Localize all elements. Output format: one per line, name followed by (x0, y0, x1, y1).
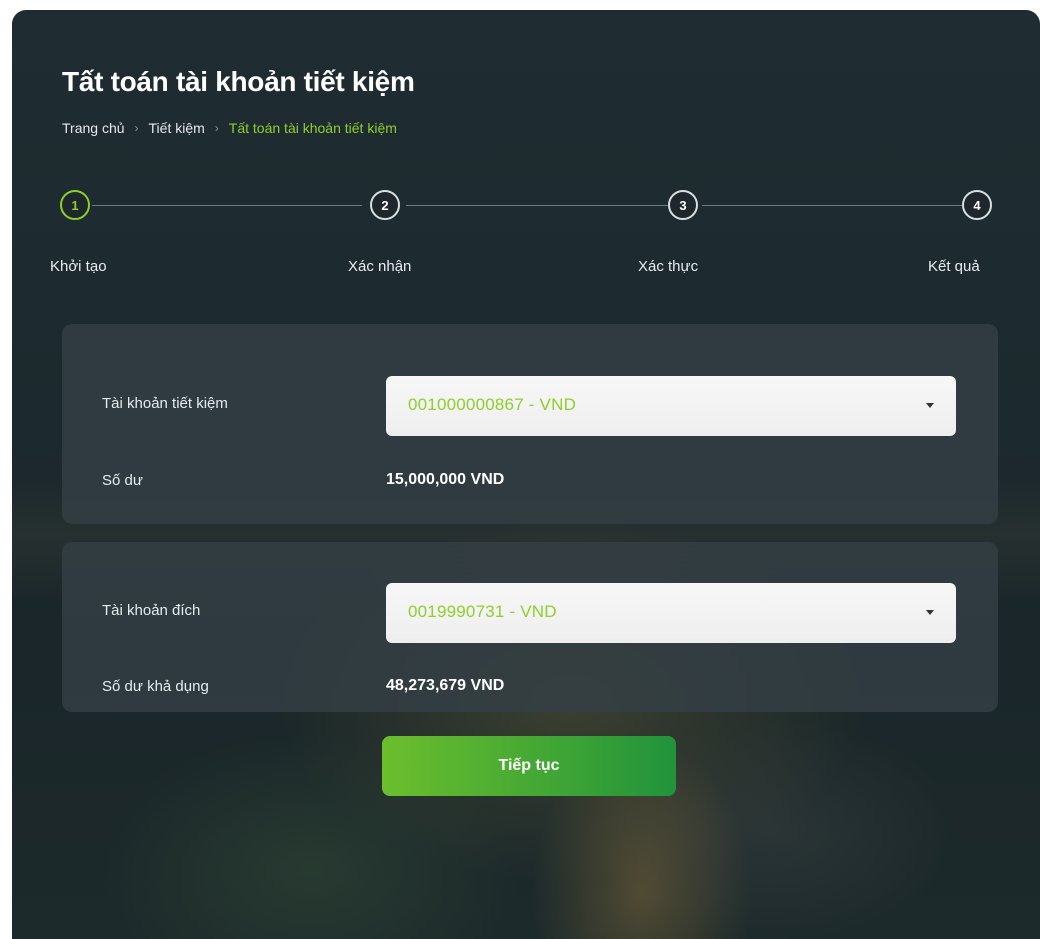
caret-down-icon[interactable] (926, 610, 934, 615)
target-account-value: 0019990731 - VND (408, 602, 557, 621)
step-number: 1 (60, 190, 90, 220)
caret-down-icon[interactable] (926, 403, 934, 408)
breadcrumb-current: Tất toán tài khoản tiết kiệm (228, 120, 397, 136)
step-label: Kết quả (928, 258, 980, 275)
chevron-right-icon: › (134, 121, 139, 135)
target-account-select[interactable]: 0019990731 - VND (386, 583, 956, 643)
balance-value: 15,000,000 VND (386, 471, 505, 488)
breadcrumb-home[interactable]: Trang chủ (62, 120, 125, 136)
step-number: 2 (370, 190, 400, 220)
target-account-panel: Tài khoản đích 0019990731 - VND Số dư kh… (62, 542, 998, 712)
available-balance-label: Số dư khả dụng (102, 678, 209, 695)
step-number: 4 (962, 190, 992, 220)
savings-account-select[interactable]: 001000000867 - VND (386, 376, 956, 436)
target-account-label: Tài khoản đích (102, 602, 201, 619)
step-connector (406, 205, 668, 206)
step-label: Xác thực (638, 258, 699, 275)
available-balance-value: 48,273,679 VND (386, 677, 505, 694)
savings-account-value: 001000000867 - VND (408, 395, 577, 414)
savings-account-label: Tài khoản tiết kiệm (102, 395, 228, 412)
continue-button[interactable]: Tiếp tục (382, 736, 676, 796)
chevron-right-icon: › (214, 121, 219, 135)
breadcrumb: Trang chủ › Tiết kiệm › Tất toán tài kho… (62, 120, 397, 136)
main-card: Tất toán tài khoản tiết kiệm Trang chủ ›… (12, 10, 1040, 939)
source-account-panel: Tài khoản tiết kiệm 001000000867 - VND S… (62, 324, 998, 524)
step-label: Khởi tạo (50, 258, 107, 275)
step-label: Xác nhận (348, 258, 412, 275)
breadcrumb-savings[interactable]: Tiết kiệm (149, 120, 205, 136)
balance-label: Số dư (102, 472, 143, 489)
page-title: Tất toán tài khoản tiết kiệm (62, 66, 415, 97)
step-connector (702, 205, 962, 206)
stepper: 1 Khởi tạo 2 Xác nhận 3 Xác thực 4 Kết q… (50, 188, 1004, 275)
step-number: 3 (668, 190, 698, 220)
step-connector (92, 205, 362, 206)
